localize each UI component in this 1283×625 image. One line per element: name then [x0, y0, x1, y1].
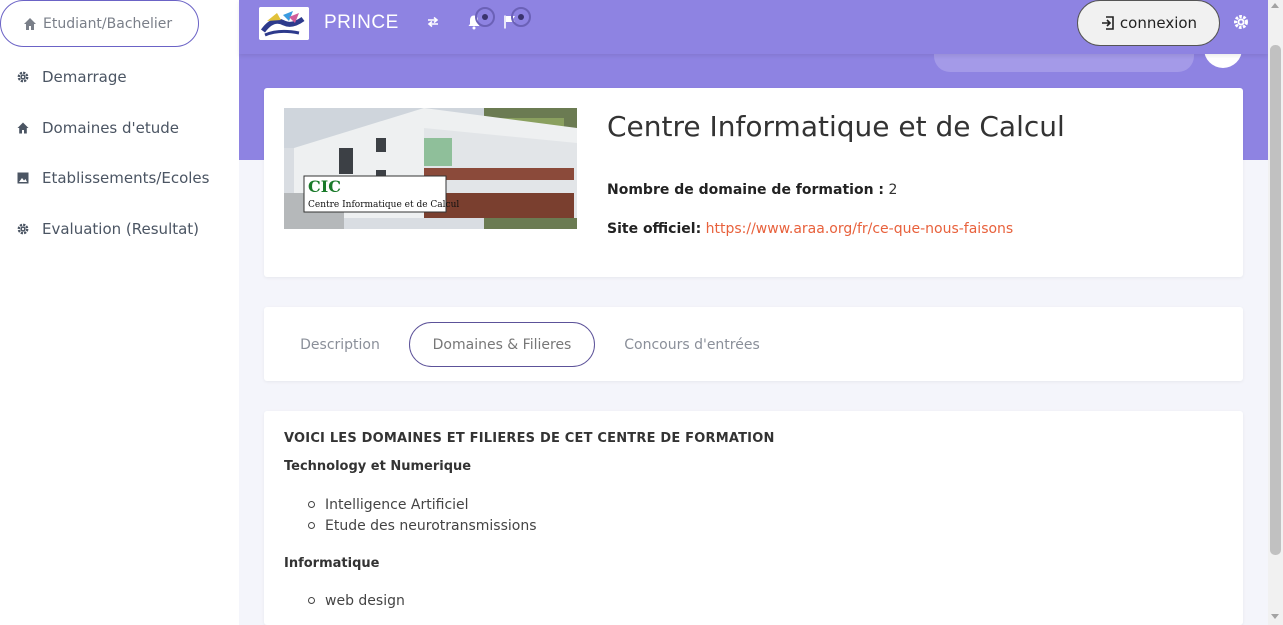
tab-domaines-filieres[interactable]: Domaines & Filieres — [409, 322, 595, 367]
photo-caption-long: Centre Informatique et de Calcul — [308, 200, 459, 210]
sidebar-item-demarrage[interactable]: Demarrage — [0, 62, 127, 92]
sidebar-item-label: Demarrage — [42, 68, 127, 86]
domain-group-title: Technology et Numerique — [284, 459, 472, 474]
gear-icon — [16, 70, 30, 84]
scroll-thumb[interactable] — [1270, 45, 1281, 555]
notification-badge — [475, 7, 495, 27]
page-scrollbar[interactable] — [1268, 0, 1283, 625]
home-icon — [16, 121, 30, 135]
connexion-label: connexion — [1119, 14, 1198, 32]
connexion-button[interactable]: connexion — [1077, 0, 1220, 46]
photo-caption-short: CIC — [308, 177, 341, 196]
sidebar-item-evaluation[interactable]: Evaluation (Resultat) — [0, 214, 199, 244]
sidebar-item-label: Domaines d'etude — [42, 119, 180, 137]
swap-icon[interactable] — [425, 14, 441, 30]
login-icon — [1100, 15, 1116, 31]
site-label: Site officiel: — [607, 221, 702, 237]
domain-count-value: 2 — [888, 182, 898, 198]
school-card: CIC Centre Informatique et de Calcul Cen… — [264, 88, 1243, 277]
domain-count-line: Nombre de domaine de formation : 2 — [607, 182, 897, 198]
sidebar-item-etablissements[interactable]: Etablissements/Ecoles — [0, 163, 209, 193]
sidebar-item-label: Etablissements/Ecoles — [42, 169, 210, 187]
top-navbar: PRINCE connexion — [239, 0, 1268, 54]
sidebar-item-label: Evaluation (Resultat) — [42, 220, 200, 238]
home-icon — [23, 17, 37, 31]
domains-heading: VOICI LES DOMAINES ET FILIERES DE CET CE… — [284, 431, 775, 446]
student-role-label: Etudiant/Bachelier — [43, 15, 173, 32]
gear-icon[interactable] — [1232, 13, 1250, 31]
image-icon — [16, 171, 30, 185]
tab-concours[interactable]: Concours d'entrées — [612, 322, 772, 367]
prince-logo[interactable] — [259, 7, 309, 40]
site-link[interactable]: https://www.araa.org/fr/ce-que-nous-fais… — [706, 221, 1014, 237]
list-item: Intelligence Artificiel — [308, 494, 537, 515]
tabs-card: Description Domaines & Filieres Concours… — [264, 307, 1243, 381]
list-item: Etude des neurotransmissions — [308, 515, 537, 536]
brand-name[interactable]: PRINCE — [324, 12, 399, 34]
scroll-down-arrow[interactable] — [1271, 614, 1279, 619]
sidebar: Etudiant/Bachelier Demarrage Domaines d'… — [0, 0, 239, 625]
list-item: web design — [308, 590, 405, 611]
site-line: Site officiel: https://www.araa.org/fr/c… — [607, 221, 1013, 237]
domains-card: VOICI LES DOMAINES ET FILIERES DE CET CE… — [264, 411, 1243, 625]
school-title: Centre Informatique et de Calcul — [607, 110, 1065, 143]
gear-icon — [16, 222, 30, 236]
domain-group-list: web design — [308, 590, 405, 611]
domain-group-title: Informatique — [284, 556, 380, 571]
domain-count-label: Nombre de domaine de formation : — [607, 182, 885, 198]
domain-group-list: Intelligence Artificiel Etude des neurot… — [308, 494, 537, 536]
student-role-button[interactable]: Etudiant/Bachelier — [0, 0, 199, 47]
flag-badge — [511, 7, 531, 27]
sidebar-item-domaines[interactable]: Domaines d'etude — [0, 113, 179, 143]
scroll-up-arrow[interactable] — [1271, 3, 1279, 8]
tab-description[interactable]: Description — [284, 322, 396, 367]
school-photo: CIC Centre Informatique et de Calcul — [284, 108, 577, 229]
